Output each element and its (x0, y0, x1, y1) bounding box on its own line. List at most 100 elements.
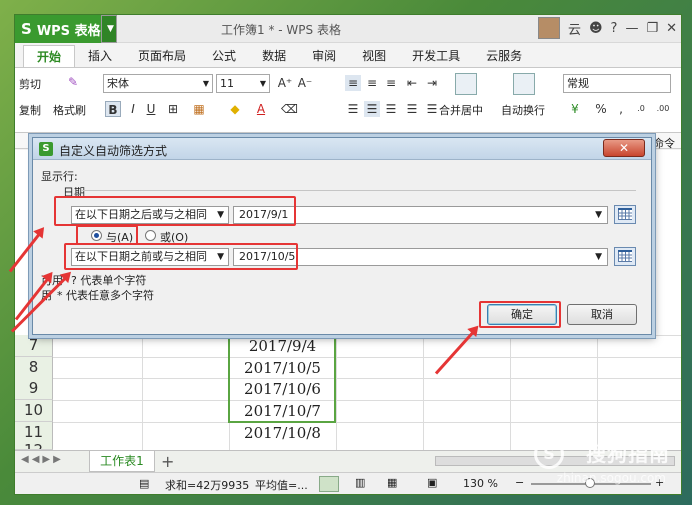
align-center-icon[interactable]: ☰ (364, 101, 380, 117)
zoom-level[interactable]: 130 % (463, 477, 498, 490)
dialog-title: 自定义自动筛选方式 (59, 144, 168, 158)
tab-developer[interactable]: 开发工具 (399, 45, 473, 67)
clear-format-icon[interactable]: ⌫ (281, 101, 298, 117)
wrap-text-icon[interactable] (513, 73, 535, 95)
sheet-tab-bar: ◀◀▶▶ 工作表1 + (15, 450, 681, 472)
distribute-icon[interactable]: ☰ (424, 101, 440, 117)
font-shrink-icon[interactable]: A⁻ (297, 75, 313, 91)
or-radio[interactable] (145, 230, 156, 241)
close-icon[interactable]: ✕ (666, 21, 677, 36)
indent-decrease-icon[interactable]: ⇤ (404, 75, 420, 91)
title-bar: S WPS 表格 ▼ 工作簿1 * - WPS 表格 云 ☻ ? — ❐ ✕ (15, 15, 681, 43)
date-picker-button[interactable] (614, 205, 636, 224)
tab-formulas[interactable]: 公式 (199, 45, 249, 67)
average-readout: 平均值=... (255, 479, 308, 492)
comma-icon[interactable]: , (613, 101, 629, 117)
row-header[interactable]: 9 (15, 378, 53, 400)
date-picker-button[interactable] (614, 247, 636, 266)
justify-icon[interactable]: ☰ (404, 101, 420, 117)
align-middle-icon[interactable]: ≡ (364, 75, 380, 91)
align-right-icon[interactable]: ☰ (383, 101, 399, 117)
merge-center-button[interactable]: 合并居中 (439, 102, 483, 118)
ribbon-toolbar: 剪切 复制 ✎ 格式刷 宋体 ▼ 11 ▼ A⁺ A⁻ B I U ⊞ ▦ ◆ A … (15, 67, 681, 133)
decrease-decimal-icon[interactable]: .00 (655, 101, 671, 117)
font-color-icon[interactable]: A (253, 101, 269, 117)
page-layout-view-icon[interactable]: ▦ (387, 476, 397, 489)
show-rows-label: 显示行: (41, 170, 78, 183)
user-name[interactable]: 云 (568, 19, 581, 38)
currency-icon[interactable]: ¥ (567, 101, 583, 117)
reading-mode-icon[interactable]: ▣ (427, 476, 437, 489)
app-name: WPS 表格 (36, 23, 101, 39)
tab-insert[interactable]: 插入 (75, 45, 125, 67)
align-top-icon[interactable]: ≡ (345, 75, 361, 91)
align-left-icon[interactable]: ☰ (345, 101, 361, 117)
sogou-logo-icon: S (534, 439, 564, 469)
tab-home[interactable]: 开始 (23, 45, 76, 67)
font-grow-icon[interactable]: A⁺ (277, 75, 293, 91)
align-bottom-icon[interactable]: ≡ (383, 75, 399, 91)
chevron-down-icon[interactable]: ▼ (101, 15, 117, 43)
tab-page-layout[interactable]: 页面布局 (125, 45, 199, 67)
highlight-ok-button (479, 301, 561, 328)
border-icon[interactable]: ⊞ (165, 101, 181, 117)
row-divider (53, 357, 681, 358)
avatar[interactable] (537, 17, 560, 39)
add-sheet-button[interactable]: + (161, 452, 174, 471)
ribbon-tabs: 开始 插入 页面布局 公式 数据 审阅 视图 开发工具 云服务 (15, 43, 681, 67)
highlight-condition2 (64, 243, 298, 270)
chevron-down-icon: ▼ (259, 79, 266, 88)
zoom-out-icon[interactable]: − (515, 476, 524, 489)
skin-icon[interactable]: ☻ (589, 21, 603, 36)
row-header[interactable]: 10 (15, 400, 53, 422)
row-header[interactable]: 12 (15, 443, 53, 450)
wps-logo-icon: S (39, 142, 53, 156)
cut-button[interactable]: 剪切 (19, 76, 41, 92)
tab-view[interactable]: 视图 (349, 45, 399, 67)
cancel-button[interactable]: 取消 (567, 304, 637, 325)
font-size-select[interactable]: 11 ▼ (216, 74, 270, 93)
date-cell[interactable]: 2017/10/8 (230, 422, 335, 444)
sheet-tab[interactable]: 工作表1 (89, 451, 155, 472)
calendar-grid (618, 252, 632, 262)
minimize-button[interactable]: — (625, 21, 638, 36)
row-header[interactable]: 11 (15, 422, 53, 444)
highlight-condition1 (54, 196, 296, 226)
restore-button[interactable]: ❐ (646, 21, 658, 36)
normal-view-icon[interactable] (319, 476, 339, 492)
bold-icon[interactable]: B (105, 101, 121, 117)
help-icon[interactable]: ? (611, 21, 618, 36)
italic-icon[interactable]: I (125, 101, 141, 117)
merge-center-icon[interactable] (455, 73, 477, 95)
cell-mode-icon: ▤ (139, 477, 150, 490)
row-header[interactable]: 8 (15, 357, 53, 379)
tab-review[interactable]: 审阅 (299, 45, 349, 67)
copy-button[interactable]: 复制 (19, 102, 41, 118)
percent-icon[interactable]: % (593, 101, 609, 117)
wrap-text-button[interactable]: 自动换行 (501, 102, 545, 118)
font-name-select[interactable]: 宋体 ▼ (103, 74, 213, 93)
tab-data[interactable]: 数据 (249, 45, 299, 67)
indent-increase-icon[interactable]: ⇥ (424, 75, 440, 91)
watermark-brand: 搜狗指南 (586, 442, 670, 466)
tab-cloud[interactable]: 云服务 (473, 45, 535, 67)
number-format-select[interactable]: 常规 (563, 74, 671, 93)
dialog-close-button[interactable]: ✕ (603, 139, 645, 157)
wps-menu-button[interactable]: S WPS 表格 ▼ (15, 15, 117, 43)
wps-logo-icon: S (21, 20, 32, 38)
row-divider (53, 400, 681, 401)
font-name-value: 宋体 (107, 77, 129, 90)
fill-color-icon[interactable]: ◆ (227, 101, 243, 117)
underline-icon[interactable]: U (143, 101, 159, 117)
chevron-down-icon: ▼ (595, 252, 602, 262)
increase-decimal-icon[interactable]: .0 (633, 101, 649, 117)
fill-pattern-icon[interactable]: ▦ (191, 101, 207, 117)
font-size-value: 11 (220, 77, 234, 90)
row-divider (53, 378, 681, 379)
page-break-view-icon[interactable]: ▥ (355, 476, 365, 489)
row-header[interactable]: 7 (15, 335, 53, 357)
brush-icon[interactable]: ✎ (65, 74, 81, 90)
number-format-value: 常规 (567, 77, 589, 90)
sheet-nav-arrows-icon[interactable]: ◀◀▶▶ (21, 454, 64, 465)
format-painter-button[interactable]: 格式刷 (53, 102, 86, 118)
